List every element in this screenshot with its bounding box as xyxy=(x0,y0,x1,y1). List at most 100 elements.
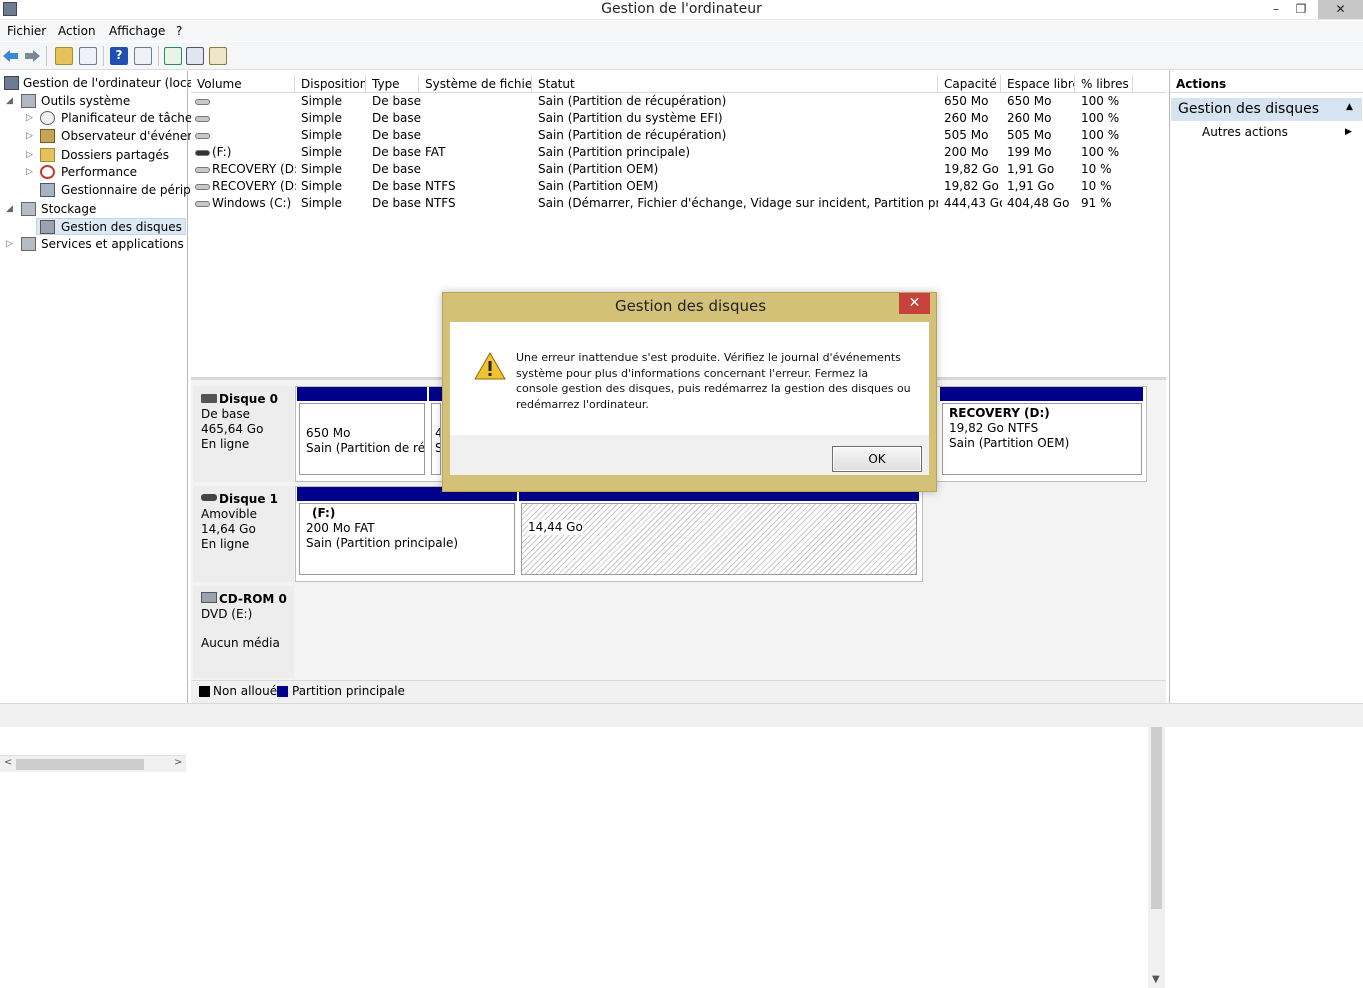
volume-cell: FAT xyxy=(425,145,446,159)
volume-cell: 444,43 Go xyxy=(944,196,1002,210)
volume-drive-icon xyxy=(195,167,210,173)
disk0-label[interactable]: Disque 0 De base 465,64 Go En ligne xyxy=(193,386,294,482)
collapse-up-icon[interactable]: ▲ xyxy=(1346,102,1353,112)
tree-gestion-disques[interactable]: Gestion des disques xyxy=(36,218,186,235)
volume-cell: 19,82 Go xyxy=(944,179,999,193)
col-type[interactable]: Type xyxy=(366,75,419,93)
up-folder-icon[interactable] xyxy=(55,47,73,65)
col-volume[interactable]: Volume xyxy=(191,75,295,93)
scroll-right-icon[interactable]: > xyxy=(174,757,182,768)
volume-cell: 200 Mo xyxy=(944,145,989,159)
disk1-partition-unallocated[interactable]: 14,44 Go xyxy=(521,503,917,575)
col-capacite[interactable]: Capacité xyxy=(938,75,1001,93)
tree-root[interactable]: Gestion de l'ordinateur (local) xyxy=(4,75,202,92)
volume-cell: 199 Mo xyxy=(1007,145,1052,159)
refresh-icon[interactable] xyxy=(164,47,182,65)
disk1-size: 14,64 Go xyxy=(201,522,256,536)
ok-button[interactable]: OK xyxy=(832,446,922,472)
menu-help[interactable]: ? xyxy=(176,24,182,38)
disk1-partition-f[interactable]: (F:) 200 Mo FAT Sain (Partition principa… xyxy=(299,503,515,575)
menu-affichage[interactable]: Affichage xyxy=(109,24,165,38)
restore-button[interactable]: ❐ xyxy=(1288,0,1314,19)
tree-dossiers[interactable]: ▷ Dossiers partagés xyxy=(26,147,169,164)
volume-list-header: Volume Disposition Type Système de fichi… xyxy=(191,75,1166,93)
disk0-partition-recovery[interactable]: 650 Mo Sain (Partition de récu xyxy=(299,403,425,475)
disk-view-vertical-scrollbar[interactable]: ▲ ▼ xyxy=(1148,690,1165,988)
properties-icon[interactable] xyxy=(186,47,204,65)
actions-autres-actions[interactable]: Autres actions xyxy=(1202,125,1288,139)
expand-arrow-icon[interactable]: ▷ xyxy=(26,164,34,181)
volume-cell: Simple xyxy=(301,111,342,125)
disk-icon xyxy=(201,394,217,403)
volume-cell: Sain (Partition de récupération) xyxy=(538,94,727,108)
disk0-partition-recovery-d[interactable]: RECOVERY (D:) 19,82 Go NTFS Sain (Partit… xyxy=(942,403,1142,475)
volume-row[interactable]: Simple De base Sain (Partition du système … xyxy=(191,110,1166,127)
tree-gestionnaire[interactable]: Gestionnaire de périphé xyxy=(26,182,206,199)
scroll-thumb[interactable] xyxy=(16,759,144,770)
collapse-arrow-icon[interactable]: ◢ xyxy=(6,201,14,218)
storage-icon xyxy=(21,202,36,216)
cdrom-type: DVD (E:) xyxy=(201,607,253,621)
export-list-icon[interactable] xyxy=(209,47,227,65)
scroll-thumb[interactable] xyxy=(1151,707,1162,909)
actions-pane: Actions Gestion des disques ▲ Autres act… xyxy=(1169,71,1363,703)
expand-arrow-icon[interactable]: ▷ xyxy=(26,147,34,164)
volume-cell: NTFS xyxy=(425,196,456,210)
tree-horizontal-scrollbar[interactable]: < > xyxy=(0,755,186,772)
volume-cell: Sain (Partition du système EFI) xyxy=(538,111,723,125)
col-statut[interactable]: Statut xyxy=(532,75,938,93)
col-filesystem[interactable]: Système de fichiers xyxy=(419,75,532,93)
toolbar: ? xyxy=(0,42,1363,70)
volume-row[interactable]: Windows (C:) Simple De base NTFS Sain (Démar… xyxy=(191,195,1166,212)
volume-cell: Simple xyxy=(301,128,342,142)
back-arrow-icon[interactable] xyxy=(2,48,20,64)
volume-cell: Simple xyxy=(301,94,342,108)
volume-cell: 650 Mo xyxy=(1007,94,1052,108)
col-espace-libre[interactable]: Espace libre xyxy=(1001,75,1075,93)
tree-planificateur[interactable]: ▷ Planificateur de tâches xyxy=(26,110,199,127)
help-icon[interactable]: ? xyxy=(110,47,128,65)
col-pct-libres[interactable]: % libres xyxy=(1075,75,1133,93)
show-hide-tree-icon[interactable] xyxy=(79,47,97,65)
cdrom-label[interactable]: CD-ROM 0 DVD (E:) Aucun média xyxy=(193,586,294,678)
volume-row[interactable]: RECOVERY (D:) Simple De base NTFS Sain (Part… xyxy=(191,178,1166,195)
forward-arrow-icon[interactable] xyxy=(23,48,41,64)
col-disposition[interactable]: Disposition xyxy=(295,75,366,93)
window-title: Gestion de l'ordinateur xyxy=(601,1,762,17)
disk0-partition-efi[interactable]: 4 S xyxy=(431,403,441,475)
expand-arrow-icon[interactable]: ▷ xyxy=(26,128,34,145)
actions-section-gestion-disques[interactable]: Gestion des disques ▲ xyxy=(1171,98,1362,121)
volume-drive-icon xyxy=(195,201,210,207)
minimize-button[interactable]: – xyxy=(1263,0,1289,19)
volume-cell: 100 % xyxy=(1081,145,1120,159)
volume-row[interactable]: (F:) Simple De base FAT Sain (Partition prin… xyxy=(191,144,1166,161)
collapse-arrow-icon[interactable]: ◢ xyxy=(6,93,14,110)
menu-fichier[interactable]: Fichier xyxy=(7,24,46,38)
tree-stockage[interactable]: ◢ Stockage xyxy=(6,201,96,218)
expand-arrow-icon[interactable]: ▷ xyxy=(6,236,14,253)
dialog-close-button[interactable]: ✕ xyxy=(899,293,930,314)
show-hide-action-pane-icon[interactable] xyxy=(134,47,152,65)
disk0-name: Disque 0 xyxy=(219,392,279,406)
menu-action[interactable]: Action xyxy=(58,24,96,38)
volume-cell: De base xyxy=(372,179,422,193)
volume-row[interactable]: Simple De base Sain (Partition de récupéra… xyxy=(191,93,1166,110)
submenu-arrow-icon[interactable]: ▶ xyxy=(1345,127,1352,137)
tree-performance[interactable]: ▷ Performance xyxy=(26,164,137,181)
close-button[interactable]: ✕ xyxy=(1318,0,1363,19)
scroll-left-icon[interactable]: < xyxy=(4,757,12,768)
tree-observateur[interactable]: ▷ Observateur d'événeme xyxy=(26,128,206,145)
tree-outils-systeme[interactable]: ◢ Outils système xyxy=(6,93,130,110)
scroll-down-icon[interactable]: ▼ xyxy=(1152,974,1160,985)
disk1-label[interactable]: Disque 1 Amovible 14,64 Go En ligne xyxy=(193,486,294,582)
volume-row[interactable]: RECOVERY (D:) Simple De base Sain (Partitio… xyxy=(191,161,1166,178)
volume-row[interactable]: Simple De base Sain (Partition de récupéra… xyxy=(191,127,1166,144)
actions-header: Actions xyxy=(1170,75,1363,93)
expand-arrow-icon[interactable]: ▷ xyxy=(26,110,34,127)
disk0-state: En ligne xyxy=(201,437,250,451)
tree-services[interactable]: ▷ Services et applications xyxy=(6,236,184,253)
volume-cell: De base xyxy=(372,111,422,125)
volume-cell: Sain (Partition de récupération) xyxy=(538,128,727,142)
event-viewer-icon xyxy=(40,129,55,143)
volume-cell: Sain (Partition OEM) xyxy=(538,179,659,193)
